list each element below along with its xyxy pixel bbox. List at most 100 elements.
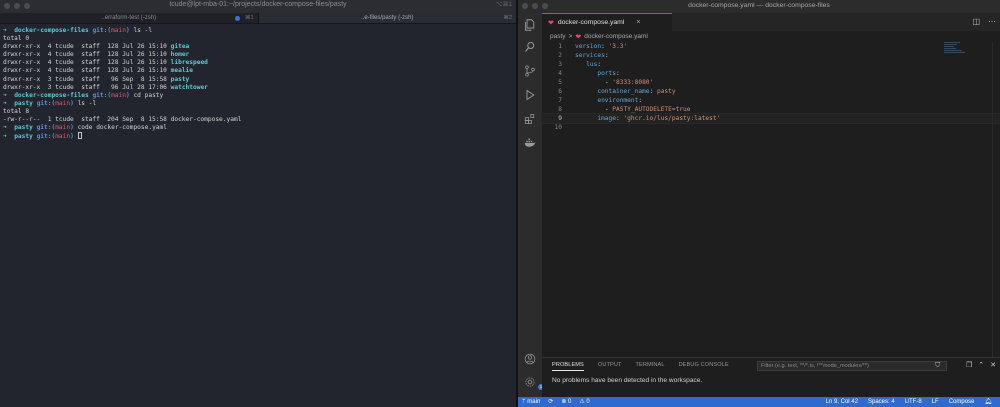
activity-dot-icon — [234, 16, 240, 21]
code-line[interactable]: 6 container_name: pasty — [542, 87, 1000, 96]
close-panel-icon[interactable]: ✕ — [990, 361, 996, 369]
listing-row: drwxr-xr-x 4 tcude staff 128 Jul 26 15:1… — [3, 43, 190, 51]
line-number: 1 — [558, 43, 562, 50]
code-line[interactable]: 9 image: 'ghcr.io/lus/pasty:latest' — [541, 113, 1000, 124]
split-editor-icon[interactable]: ◫ — [972, 17, 980, 26]
terminal-title: tcude@lpt-mba-01:~/projects/docker-compo… — [169, 1, 347, 8]
listing-row: drwxr-xr-x 3 tcude staff 96 Jul 28 17:06… — [3, 83, 208, 91]
search-icon[interactable] — [524, 41, 536, 53]
code-line[interactable]: 8 - PASTY_AUTODELETE=true — [542, 105, 1000, 114]
code-text: version: '3.3' — [575, 43, 628, 50]
chevron-up-icon[interactable]: ⌃ — [978, 361, 984, 369]
line-number: 7 — [558, 97, 562, 104]
terminal-cursor — [77, 132, 82, 140]
terminal-titlebar: tcude@lpt-mba-01:~/projects/docker-compo… — [0, 0, 516, 13]
line-number: 4 — [558, 70, 562, 77]
terminal-title-shortcut: ⌥⌘1 — [495, 2, 512, 8]
line-number: 5 — [558, 79, 562, 86]
terminal-tab-2[interactable]: ..e-files/pasty (-zsh) ⌘2 — [257, 13, 516, 23]
editor-scrollbar[interactable] — [992, 42, 1000, 357]
extensions-icon[interactable] — [524, 113, 536, 125]
code-editor[interactable]: 1 version: '3.3' 2 services: 3 lus: 4 ports: 5… — [541, 42, 1000, 357]
cursor-position[interactable]: Ln 9, Col 42 — [826, 397, 858, 407]
vscode-title: docker-compose.yaml — docker-compose-fil… — [688, 2, 830, 9]
run-debug-icon[interactable] — [524, 89, 536, 101]
prompt-line: ➜ pasty git:(main) — [3, 132, 513, 141]
line-number: 3 — [558, 61, 562, 68]
close-tab-icon[interactable]: × — [636, 19, 640, 26]
editor-tab-label: docker-compose.yaml — [557, 19, 625, 26]
terminal-tabbar: ..erraform-test (-zsh) ⌘1 ..e-files/past… — [0, 13, 516, 24]
code-text: - PASTY_AUTODELETE=true — [604, 106, 691, 113]
code-line[interactable]: 5 - '8333:8080' — [542, 78, 1000, 87]
editor-tabbar: ❤ docker-compose.yaml × ◫ ⋯ — [542, 13, 1000, 31]
source-control-icon[interactable] — [524, 65, 536, 77]
line-number: 6 — [558, 88, 562, 95]
code-text: image: 'ghcr.io/lus/pasty:latest' — [597, 115, 721, 122]
copy-icon[interactable]: ❐ — [966, 361, 972, 369]
terminal-tab-label: ..e-files/pasty (-zsh) — [361, 15, 414, 21]
code-line[interactable]: 1 version: '3.3' — [542, 42, 1000, 51]
tab-debug-console[interactable]: DEBUG CONSOLE — [679, 362, 729, 371]
output-line: total 0 — [3, 35, 30, 43]
code-line[interactable]: 4 ports: — [542, 69, 1000, 78]
editor-actions: ◫ ⋯ — [972, 17, 996, 26]
sync-icon[interactable]: ⟳ — [548, 397, 553, 407]
code-line[interactable]: 3 lus: — [542, 60, 1000, 69]
code-line[interactable]: 7 environment: — [542, 96, 1000, 105]
prompt-line: ➜ docker-compose-files git:(main) cd pas… — [3, 91, 164, 99]
listing-row: drwxr-xr-x 4 tcude staff 128 Jul 26 15:1… — [3, 67, 193, 75]
problems-message: No problems have been detected in the wo… — [552, 377, 703, 384]
branch-status[interactable]: ᛘ main — [522, 397, 540, 407]
activity-bar: 1 — [518, 13, 544, 397]
prompt-line: ➜ pasty git:(main) ls -l — [3, 99, 97, 107]
breadcrumb-folder[interactable]: pasty — [550, 33, 566, 40]
indentation[interactable]: Spaces: 4 — [868, 397, 895, 407]
yaml-file-icon: ❤ — [575, 33, 582, 41]
dir-listing: drwxr-xr-x 4 tcude staff 128 Jul 26 15:1… — [3, 43, 513, 92]
encoding[interactable]: UTF-8 — [905, 397, 922, 407]
terminal-tab-1[interactable]: ..erraform-test (-zsh) ⌘1 — [0, 13, 258, 23]
warnings-count[interactable]: ⚠ 0 — [579, 397, 589, 407]
terminal-window: tcude@lpt-mba-01:~/projects/docker-compo… — [0, 0, 516, 407]
status-bar: ᛘ main ⟳ ⊗ 0 ⚠ 0 Ln 9, Col 42 Spaces: 4 … — [518, 397, 1000, 407]
tab-problems[interactable]: PROBLEMS — [552, 362, 584, 371]
breadcrumb-separator: > — [568, 33, 573, 40]
language-mode[interactable]: Compose — [949, 397, 975, 407]
filter-icon[interactable]: ⛉ — [935, 362, 940, 370]
listing-row: drwxr-xr-x 3 tcude staff 96 Sep 8 15:58 … — [3, 75, 190, 83]
line-number: 10 — [554, 124, 562, 131]
code-line[interactable]: 10 — [542, 123, 1000, 132]
code-text: environment: — [597, 97, 643, 104]
explorer-icon[interactable] — [524, 19, 536, 31]
output-line: -rw-r--r-- 1 tcude staff 204 Sep 8 15:58… — [3, 116, 242, 124]
status-right: Ln 9, Col 42 Spaces: 4 UTF-8 LF Compose … — [826, 397, 992, 407]
bottom-panel: PROBLEMS OUTPUT TERMINAL DEBUG CONSOLE F… — [542, 357, 1000, 397]
line-ending[interactable]: LF — [932, 397, 939, 407]
terminal-tab-shortcut: ⌘1 — [244, 15, 254, 21]
line-number: 9 — [558, 115, 562, 122]
docker-icon[interactable] — [524, 137, 536, 149]
problems-filter-input[interactable]: Filter (e.g. text, **/*.ts, !**/node_mod… — [757, 361, 947, 371]
breadcrumb-file[interactable]: docker-compose.yaml — [584, 33, 648, 40]
code-line[interactable]: 2 services: — [542, 51, 1000, 60]
breadcrumb: pasty > ❤ docker-compose.yaml — [542, 31, 1000, 42]
vscode-titlebar: docker-compose.yaml — docker-compose-fil… — [518, 0, 1000, 13]
errors-count[interactable]: ⊗ 0 — [561, 397, 571, 407]
panel-actions: ❐ ⌃ ✕ — [966, 361, 996, 369]
code-text: - '8333:8080' — [604, 79, 654, 86]
code-text: container_name: pasty — [597, 88, 676, 95]
panel-tabs: PROBLEMS OUTPUT TERMINAL DEBUG CONSOLE — [552, 362, 729, 371]
more-actions-icon[interactable]: ⋯ — [988, 17, 996, 26]
minimap[interactable] — [944, 42, 970, 58]
terminal-output[interactable]: ➜ docker-compose-files git:(main) ls -l t… — [0, 24, 516, 144]
tab-output[interactable]: OUTPUT — [598, 362, 622, 371]
tab-terminal[interactable]: TERMINAL — [636, 362, 665, 371]
code-lines: 1 version: '3.3' 2 services: 3 lus: 4 ports: 5… — [541, 42, 1000, 132]
account-icon[interactable] — [524, 353, 536, 365]
prompt-line: ➜ pasty git:(main) code docker-compose.y… — [3, 124, 167, 132]
notifications-bell-icon[interactable]: 🔔︎ — [984, 397, 992, 407]
editor-tab-docker-compose[interactable]: ❤ docker-compose.yaml × — [542, 13, 672, 31]
terminal-tab-shortcut: ⌘2 — [503, 15, 512, 21]
settings-gear-icon[interactable]: 1 — [524, 376, 544, 390]
